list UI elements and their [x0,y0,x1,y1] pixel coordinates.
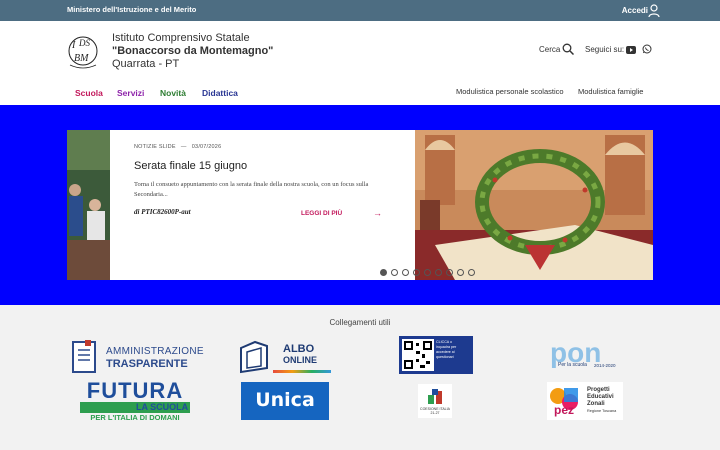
carousel-dot[interactable] [391,269,398,276]
search-button[interactable]: Cerca [539,45,560,54]
carousel-dots [380,269,475,276]
unica-banner[interactable]: Unica [241,382,329,420]
futura-banner[interactable]: FUTURA LA SCUOLA PER L'ITALIA DI DOMANI [80,378,190,424]
user-icon[interactable] [648,4,660,18]
pez-line2: Educativi [587,394,614,400]
pon-subtitle: Per la scuola [558,362,587,368]
school-title-line3: Quarrata - PT [112,58,180,70]
carousel-dot[interactable] [380,269,387,276]
questionari-qr-banner[interactable]: CLICCA o inquadra per accedere ai questi… [399,336,473,374]
youtube-icon[interactable] [626,46,636,54]
laurel-wreath-image[interactable] [415,130,653,280]
svg-text:BM: BM [74,53,89,64]
read-more-link[interactable]: LEGGI DI PIÙ [301,210,342,217]
pon-years: 2014-2020 [594,363,616,368]
school-title-line1: Istituto Comprensivo Statale [112,32,250,44]
school-title-line2: "Bonaccorso da Montemagno" [112,45,274,57]
top-bar: Ministero dell'Istruzione e del Merito A… [0,0,720,21]
pez-line1: Progetti [587,387,610,393]
carousel-dot[interactable] [457,269,464,276]
coesione-logo-icon [428,389,442,404]
pez-line4: Regione Toscana [587,409,617,413]
carousel-dot[interactable] [413,269,420,276]
follow-label: Seguici su: [585,45,625,54]
slide-description: Torna il consueto appuntamento con la se… [134,181,369,198]
news-slide: NOTIZIE SLIDE — 03/07/2026 Serata finale… [67,130,653,280]
slide-author: di PTIC82600P-aut [134,208,191,216]
header: I DS BM Istituto Comprensivo Statale "Bo… [0,21,720,105]
pon-logo-icon: pon [550,337,601,368]
nav-didattica[interactable]: Didattica [202,88,238,98]
hero-carousel: NOTIZIE SLIDE — 03/07/2026 Serata finale… [0,105,720,305]
pez-logo-icon: pez [550,388,578,417]
coesione-label: COESIONE ITALIA 21-27 [420,407,450,415]
document-icon [72,340,96,373]
nav-servizi[interactable]: Servizi [117,88,144,98]
albo-color-bar [273,370,331,373]
folder-icon [240,340,268,374]
search-icon[interactable] [562,43,574,55]
svg-text:I: I [71,40,76,51]
pez-banner[interactable]: pez Progetti Educativi Zonali Regione To… [547,382,623,420]
svg-text:pez: pez [554,403,574,417]
carousel-dot[interactable] [446,269,453,276]
online-label: ONLINE [283,355,318,365]
qr-text: CLICCA o inquadra per accedere ai questi… [436,340,456,360]
slide-category[interactable]: NOTIZIE SLIDE [134,144,176,150]
whatsapp-icon[interactable] [642,44,652,54]
slide-meta: NOTIZIE SLIDE — 03/07/2026 [134,144,221,150]
svg-text:DS: DS [78,38,90,48]
nav-modulistica-personale[interactable]: Modulistica personale scolastico [456,87,564,96]
coesione-italia-banner[interactable]: COESIONE ITALIA 21-27 [418,384,452,418]
nav-novita[interactable]: Novità [160,88,186,98]
useful-links-title: Collegamenti utili [329,318,391,327]
albo-online-banner[interactable]: ALBO ONLINE [237,338,332,376]
slide-side-image[interactable] [67,130,110,280]
futura-line2: LA SCUOLA [136,402,189,412]
carousel-dot[interactable] [468,269,475,276]
qr-text-line4: questionari [436,355,454,359]
unica-label: Unica [255,389,315,411]
pez-text: Progetti Educativi Zonali Regione Toscan… [587,387,616,415]
carousel-dot[interactable] [435,269,442,276]
ministry-link[interactable]: Ministero dell'Istruzione e del Merito [67,5,196,14]
pon-banner[interactable]: pon Per la scuola 2014-2020 [550,336,620,376]
slide-separator: — [180,144,187,150]
carousel-dot[interactable] [424,269,431,276]
albo-label: ALBO [283,343,315,355]
qr-code-icon [402,339,434,371]
school-logo[interactable]: I DS BM [66,31,100,71]
carousel-dot[interactable] [402,269,409,276]
amministrazione-trasparente-banner[interactable]: AMMINISTRAZIONE TRASPARENTE [70,338,204,376]
slide-title[interactable]: Serata finale 15 giugno [134,160,247,172]
login-link[interactable]: Accedi [622,6,648,15]
futura-title: FUTURA [86,378,184,403]
pez-line3: Zonali [587,401,605,407]
school-title[interactable]: Istituto Comprensivo Statale "Bonaccorso… [112,32,273,71]
arrow-right-icon[interactable]: → [373,208,382,218]
useful-links-section: Collegamenti utili AMMINISTRAZIONE TRASP… [0,305,720,450]
futura-line3: PER L'ITALIA DI DOMANI [90,413,180,422]
nav-modulistica-famiglie[interactable]: Modulistica famiglie [578,87,643,96]
amministrazione-label: AMMINISTRAZIONE [106,346,204,357]
trasparente-label: TRASPARENTE [106,358,188,370]
nav-scuola[interactable]: Scuola [75,88,103,98]
slide-date: 03/07/2026 [191,144,222,150]
